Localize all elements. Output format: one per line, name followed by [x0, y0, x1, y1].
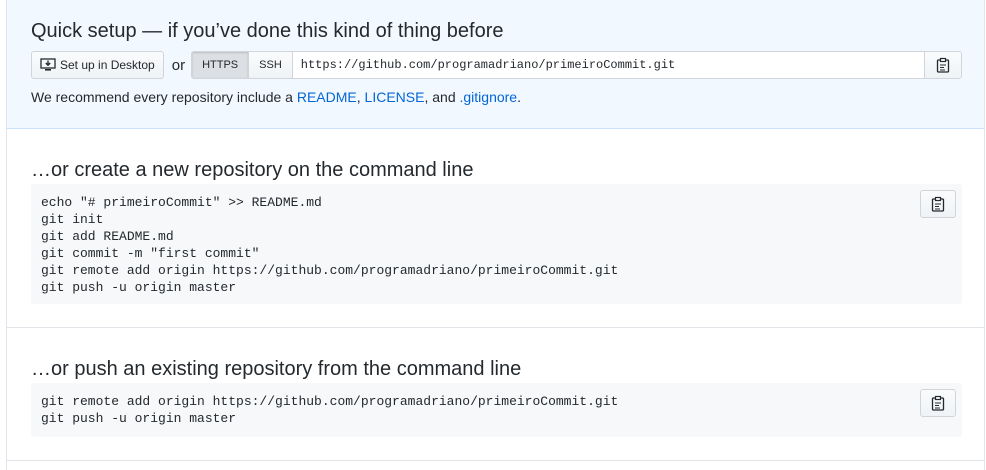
ssh-button[interactable]: SSH — [249, 52, 293, 78]
push-repo-section: …or push an existing repository from the… — [7, 328, 984, 461]
setup-in-desktop-button[interactable]: Set up in Desktop — [31, 51, 164, 79]
setup-in-desktop-label: Set up in Desktop — [60, 58, 155, 72]
copy-push-commands-button[interactable] — [920, 389, 956, 417]
recommend-text: We recommend every repository include a … — [31, 89, 521, 105]
clone-url-input[interactable] — [292, 52, 924, 78]
clipboard-copy-icon — [931, 196, 945, 212]
code-line: git push -u origin master — [41, 411, 237, 426]
create-repo-title: …or create a new repository on the comma… — [31, 159, 474, 181]
or-text: or — [171, 56, 186, 74]
code-line: git init — [41, 212, 104, 227]
recommend-sep1: , — [356, 89, 365, 105]
copy-create-commands-button[interactable] — [920, 190, 956, 218]
clipboard-copy-icon — [931, 395, 945, 411]
readme-link[interactable]: README — [297, 89, 357, 105]
copy-url-button[interactable] — [924, 52, 961, 78]
push-repo-title: …or push an existing repository from the… — [31, 358, 522, 380]
https-button[interactable]: HTTPS — [192, 52, 250, 78]
clipboard-copy-icon — [936, 57, 950, 73]
push-repo-code-block: git remote add origin https://github.com… — [31, 383, 962, 437]
quick-setup-title: Quick setup — if you’ve done this kind o… — [31, 20, 504, 42]
code-line: echo "# primeiroCommit" >> README.md — [41, 195, 322, 210]
code-line: git commit -m "first commit" — [41, 246, 260, 261]
recommend-sep2: , and — [424, 89, 460, 105]
clone-url-group: HTTPS SSH — [191, 51, 962, 79]
gitignore-link[interactable]: .gitignore — [460, 89, 518, 105]
code-line: git push -u origin master — [41, 280, 237, 295]
code-line: git remote add origin https://github.com… — [41, 394, 619, 409]
repo-empty-state: Quick setup — if you’ve done this kind o… — [6, 0, 985, 470]
create-repo-section: …or create a new repository on the comma… — [7, 129, 984, 328]
code-line: git remote add origin https://github.com… — [41, 263, 619, 278]
code-line: git add README.md — [41, 229, 174, 244]
recommend-suffix: . — [517, 89, 521, 105]
create-repo-code-block: echo "# primeiroCommit" >> README.md git… — [31, 184, 962, 304]
license-link[interactable]: LICENSE — [365, 89, 425, 105]
recommend-prefix: We recommend every repository include a — [31, 89, 297, 105]
desktop-download-icon — [40, 58, 56, 72]
clone-row: Set up in Desktop or HTTPS SSH — [31, 51, 962, 79]
quick-setup-panel: Quick setup — if you’ve done this kind o… — [7, 0, 984, 129]
